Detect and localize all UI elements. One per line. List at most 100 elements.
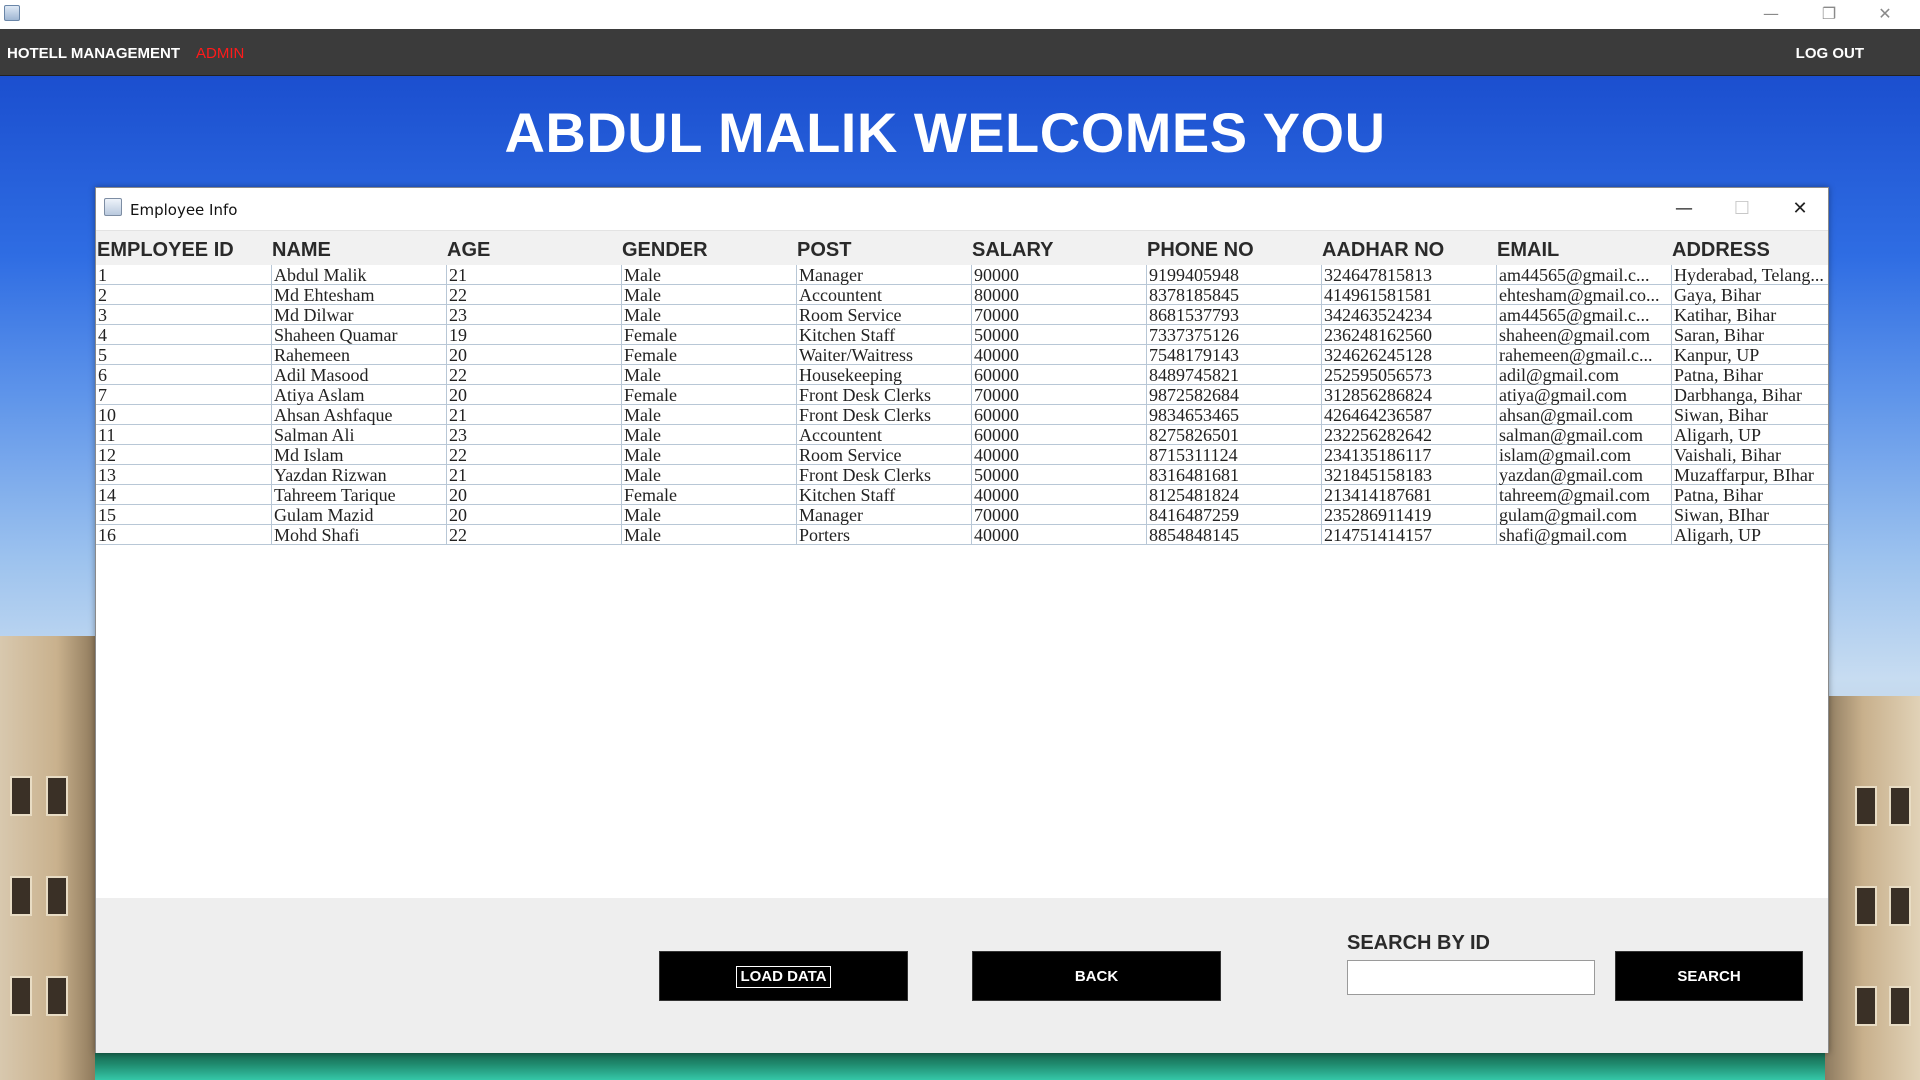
table-cell: Male [621, 505, 796, 525]
table-row[interactable]: 6 Adil Masood 22 Male Housekeeping 60000 84897… [96, 365, 1828, 385]
frame-maximize-icon: ☐ [1733, 198, 1751, 219]
table-cell: Siwan, BIhar [1671, 505, 1828, 525]
table-cell: 20 [446, 385, 621, 405]
column-header[interactable]: AADHAR NO [1322, 239, 1444, 262]
search-label: SEARCH [1677, 968, 1741, 985]
table-cell: Gaya, Bihar [1671, 285, 1828, 305]
table-cell: 22 [446, 525, 621, 545]
employee-info-window: Employee Info — ☐ ✕ EMPLOYEE ID NAME AGE GE… [95, 187, 1829, 1053]
column-header[interactable]: EMAIL [1497, 239, 1559, 262]
table-row[interactable]: 5 Rahemeen 20 Female Waiter/Waitress 40000 754… [96, 345, 1828, 365]
table-row[interactable]: 4 Shaheen Quamar 19 Female Kitchen Staff 5000… [96, 325, 1828, 345]
restore-icon[interactable]: ❐ [1806, 3, 1852, 25]
table-cell: Katihar, Bihar [1671, 305, 1828, 325]
back-button[interactable]: BACK [972, 951, 1221, 1001]
table-cell: Room Service [796, 305, 971, 325]
table-cell: 8681537793 [1146, 305, 1321, 325]
table-cell: Female [621, 345, 796, 365]
table-cell: Patna, Bihar [1671, 485, 1828, 505]
table-cell: Male [621, 365, 796, 385]
table-cell: tahreem@gmail.com [1496, 485, 1671, 505]
column-header[interactable]: NAME [272, 239, 331, 262]
table-cell: am44565@gmail.c... [1496, 305, 1671, 325]
frame-minimize-icon[interactable]: — [1664, 196, 1704, 222]
table-cell: 8275826501 [1146, 425, 1321, 445]
table-cell: 5 [98, 345, 107, 365]
table-cell: rahemeen@gmail.c... [1496, 345, 1671, 365]
table-cell: 13 [98, 465, 116, 485]
table-cell: 14 [98, 485, 116, 505]
logout-link[interactable]: LOG OUT [1796, 45, 1864, 62]
search-id-input[interactable] [1347, 960, 1595, 995]
table-cell: Yazdan Rizwan [271, 465, 446, 485]
table-cell: salman@gmail.com [1496, 425, 1671, 445]
hotel-building-right [1825, 696, 1920, 1080]
frame-title: Employee Info [130, 201, 238, 219]
table-cell: 50000 [971, 465, 1146, 485]
table-cell: Gulam Mazid [271, 505, 446, 525]
table-cell: 16 [98, 525, 116, 545]
table-cell: 4 [98, 325, 107, 345]
table-cell: Muzaffarpur, BIhar [1671, 465, 1828, 485]
table-cell: 8316481681 [1146, 465, 1321, 485]
table-cell: 8378185845 [1146, 285, 1321, 305]
column-header[interactable]: GENDER [622, 239, 708, 262]
table-cell: 60000 [971, 425, 1146, 445]
table-cell: 8715311124 [1146, 445, 1321, 465]
table-row[interactable]: 7 Atiya Aslam 20 Female Front Desk Clerks 700… [96, 385, 1828, 405]
table-cell: 2 [98, 285, 107, 305]
table-cell: 235286911419 [1321, 505, 1496, 525]
table-cell: 15 [98, 505, 116, 525]
table-row[interactable]: 1 Abdul Malik 21 Male Manager 90000 9199405948… [96, 265, 1828, 285]
table-cell: Kanpur, UP [1671, 345, 1828, 365]
table-cell: Manager [796, 265, 971, 285]
table-row[interactable]: 15 Gulam Mazid 20 Male Manager 70000 841648725… [96, 505, 1828, 525]
table-cell: 70000 [971, 305, 1146, 325]
table-row[interactable]: 12 Md Islam 22 Male Room Service 40000 8715311… [96, 445, 1828, 465]
table-cell: 7548179143 [1146, 345, 1321, 365]
minimize-icon[interactable]: — [1748, 3, 1794, 25]
table-cell: 20 [446, 485, 621, 505]
column-header[interactable]: EMPLOYEE ID [97, 239, 234, 262]
app-header: HOTELL MANAGEMENT ADMIN LOG OUT [0, 29, 1920, 76]
table-cell: Male [621, 525, 796, 545]
table-cell: atiya@gmail.com [1496, 385, 1671, 405]
close-icon[interactable]: ✕ [1862, 3, 1908, 25]
table-cell: 19 [446, 325, 621, 345]
table-cell: Housekeeping [796, 365, 971, 385]
table-cell: Mohd Shafi [271, 525, 446, 545]
table-cell: Male [621, 465, 796, 485]
column-header[interactable]: AGE [447, 239, 490, 262]
table-cell: shaheen@gmail.com [1496, 325, 1671, 345]
table-row[interactable]: 13 Yazdan Rizwan 21 Male Front Desk Clerks 50… [96, 465, 1828, 485]
table-row[interactable]: 14 Tahreem Tarique 20 Female Kitchen Staff 40… [96, 485, 1828, 505]
column-header[interactable]: POST [797, 239, 851, 262]
table-cell: 414961581581 [1321, 285, 1496, 305]
table-row[interactable]: 11 Salman Ali 23 Male Accountent 60000 8275826… [96, 425, 1828, 445]
table-row[interactable]: 3 Md Dilwar 23 Male Room Service 70000 8681537… [96, 305, 1828, 325]
column-header[interactable]: SALARY [972, 239, 1053, 262]
frame-close-icon[interactable]: ✕ [1780, 196, 1820, 222]
table-cell: Male [621, 285, 796, 305]
table-cell: Accountent [796, 285, 971, 305]
table-cell: Md Dilwar [271, 305, 446, 325]
table-row[interactable]: 10 Ahsan Ashfaque 21 Male Front Desk Clerks 6… [96, 405, 1828, 425]
table-cell: 12 [98, 445, 116, 465]
column-header[interactable]: PHONE NO [1147, 239, 1254, 262]
table-cell: 3 [98, 305, 107, 325]
table-cell: 252595056573 [1321, 365, 1496, 385]
table-cell: Patna, Bihar [1671, 365, 1828, 385]
table-cell: 234135186117 [1321, 445, 1496, 465]
load-data-button[interactable]: LOAD DATA [659, 951, 908, 1001]
table-cell: Waiter/Waitress [796, 345, 971, 365]
column-header[interactable]: ADDRESS [1672, 239, 1770, 262]
table-cell: 60000 [971, 365, 1146, 385]
app-title: HOTELL MANAGEMENT [7, 45, 181, 62]
search-button[interactable]: SEARCH [1615, 951, 1803, 1001]
table-row[interactable]: 2 Md Ehtesham 22 Male Accountent 80000 8378185… [96, 285, 1828, 305]
table-cell: 8854848145 [1146, 525, 1321, 545]
table-row[interactable]: 16 Mohd Shafi 22 Male Porters 40000 8854848145… [96, 525, 1828, 545]
table-cell: islam@gmail.com [1496, 445, 1671, 465]
table-cell: Kitchen Staff [796, 485, 971, 505]
frame-app-icon [104, 198, 122, 216]
